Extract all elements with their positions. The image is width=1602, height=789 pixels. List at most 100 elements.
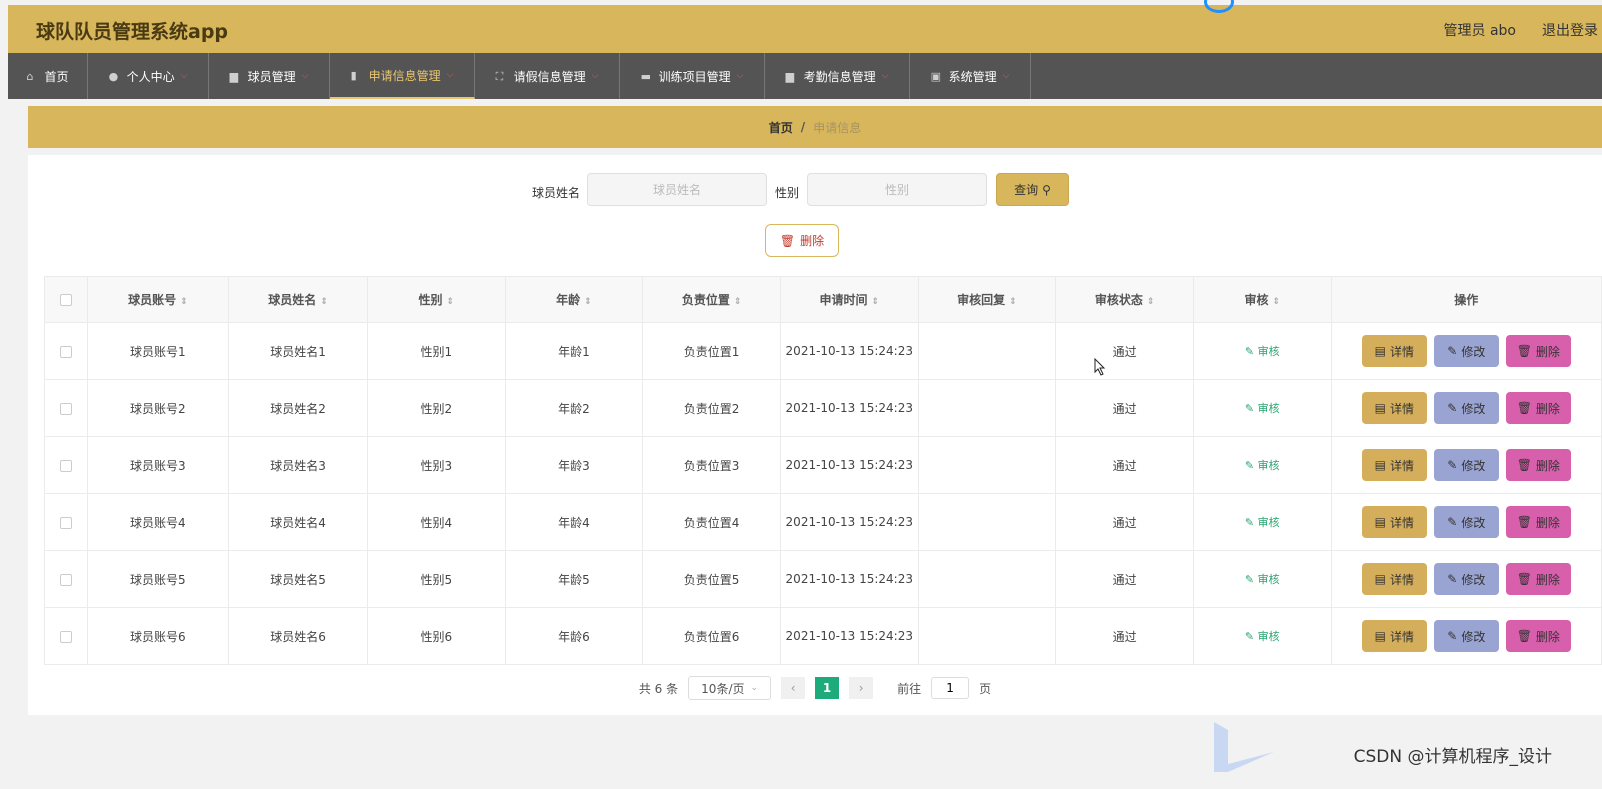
cell-account: 球员账号4 (86, 493, 230, 551)
edit-button[interactable]: ✎ 修改 (1433, 506, 1499, 538)
sort-icon[interactable]: ⇕ (1009, 297, 1017, 307)
delete-button[interactable]: 🗑 删除 (1505, 620, 1571, 652)
nav-item-7[interactable]: ▣ 系统管理 ⌵ (910, 53, 1031, 99)
audit-link[interactable]: ✎ 审核 (1245, 630, 1280, 643)
cell-position: 负责位置4 (642, 493, 781, 551)
select-all-checkbox[interactable] (59, 294, 72, 306)
edit-button[interactable]: ✎ 修改 (1433, 392, 1499, 424)
logout-link[interactable]: 退出登录 (1542, 20, 1598, 40)
row-checkbox[interactable] (59, 516, 72, 529)
pencil-icon: ✎ (1244, 630, 1255, 643)
pencil-icon: ✎ (1244, 516, 1255, 529)
row-checkbox[interactable] (59, 345, 72, 358)
detail-button[interactable]: ▤ 详情 (1361, 335, 1427, 367)
table-row: 球员账号6 球员姓名6 性别6 年龄6 负责位置6 2021-10-13 15:24:23… (44, 607, 1602, 665)
nav-item-label: 球员管理 (247, 69, 296, 84)
chevron-down-icon: ⌵ (180, 71, 188, 81)
sort-icon[interactable]: ⇕ (180, 297, 188, 307)
cell-reply (917, 493, 1057, 551)
row-checkbox[interactable] (59, 630, 72, 643)
player-name-input[interactable] (587, 173, 767, 206)
nav-item-label: 个人中心 (126, 69, 175, 84)
breadcrumb-home[interactable]: 首页 (769, 119, 793, 136)
detail-button[interactable]: ▤ 详情 (1361, 563, 1427, 595)
column-header-label: 负责位置 (681, 293, 730, 307)
delete-button[interactable]: 🗑 删除 (1505, 392, 1571, 424)
audit-link[interactable]: ✎ 审核 (1245, 459, 1280, 472)
column-header-label: 申请时间 (819, 293, 868, 307)
nav-item-1[interactable]: ● 个人中心 ⌵ (88, 53, 209, 99)
column-header[interactable]: 球员账号 ⇕ (86, 276, 230, 323)
page-size-select[interactable]: 10条/页 ⌄ (688, 676, 772, 700)
cell-account: 球员账号1 (86, 322, 230, 380)
edit-button[interactable]: ✎ 修改 (1433, 335, 1499, 367)
table-header-row: 球员账号 ⇕ 球员姓名 ⇕ 性别 ⇕ 年龄 ⇕ 负责位置 ⇕ 申请时间 ⇕ 审核回复 ⇕ 审核状态 ⇕ 审核 ⇕ 操… (44, 276, 1602, 323)
next-page-button[interactable]: › (849, 677, 874, 699)
sort-icon[interactable]: ⇕ (584, 297, 592, 307)
column-header-label: 性别 (418, 293, 443, 307)
row-checkbox[interactable] (59, 402, 72, 415)
table-row: 球员账号5 球员姓名5 性别5 年龄5 负责位置5 2021-10-13 15:24:23… (44, 550, 1602, 608)
edit-button[interactable]: ✎ 修改 (1433, 563, 1499, 595)
row-checkbox[interactable] (59, 459, 72, 472)
nav-item-label: 请假信息管理 (513, 69, 586, 84)
sort-icon[interactable]: ⇕ (872, 297, 880, 307)
cell-account: 球员账号2 (86, 379, 230, 437)
nav-item-label: 系统管理 (948, 69, 997, 84)
page-unit-label: 页 (979, 681, 992, 696)
sort-icon[interactable]: ⇕ (320, 297, 328, 307)
bulk-delete-button[interactable]: 🗑 删除 (765, 224, 839, 257)
sort-icon[interactable]: ⇕ (734, 297, 742, 307)
column-header[interactable]: 审核 ⇕ (1192, 276, 1332, 323)
column-header[interactable]: 性别 ⇕ (366, 276, 506, 323)
detail-button[interactable]: ▤ 详情 (1361, 620, 1427, 652)
column-header[interactable]: 年龄 ⇕ (504, 276, 644, 323)
nav-item-5[interactable]: ▬ 训练项目管理 ⌵ (620, 53, 765, 99)
detail-button[interactable]: ▤ 详情 (1361, 449, 1427, 481)
nav-item-2[interactable]: ▆ 球员管理 ⌵ (209, 53, 330, 99)
audit-link[interactable]: ✎ 审核 (1245, 345, 1280, 358)
detail-label: 详情 (1389, 515, 1414, 530)
column-header[interactable]: 申请时间 ⇕ (779, 276, 919, 323)
column-header[interactable]: 负责位置 ⇕ (642, 276, 781, 323)
pencil-icon: ✎ (1447, 515, 1458, 529)
page-number-button[interactable]: 1 (815, 677, 840, 699)
delete-button[interactable]: 🗑 删除 (1505, 563, 1571, 595)
cell-name: 球员姓名1 (228, 322, 368, 380)
column-header[interactable]: 球员姓名 ⇕ (228, 276, 368, 323)
audit-label: 审核 (1257, 345, 1280, 358)
pagination: 共 6 条 10条/页 ⌄ ‹ 1 › 前往 页 (28, 676, 1602, 700)
column-header[interactable]: 审核状态 ⇕ (1055, 276, 1194, 323)
goto-page-input[interactable] (931, 677, 970, 699)
audit-link[interactable]: ✎ 审核 (1245, 402, 1280, 415)
nav-item-3[interactable]: ▮ 申请信息管理 ⌵ (330, 53, 475, 99)
cell-status: 通过 (1055, 379, 1194, 437)
audit-link[interactable]: ✎ 审核 (1245, 573, 1280, 586)
cell-age: 年龄3 (504, 436, 644, 494)
cell-name: 球员姓名6 (228, 607, 368, 665)
audit-link[interactable]: ✎ 审核 (1245, 516, 1280, 529)
detail-button[interactable]: ▤ 详情 (1361, 392, 1427, 424)
delete-button[interactable]: 🗑 删除 (1505, 335, 1571, 367)
cell-gender: 性别6 (366, 607, 506, 665)
document-icon: ▤ (1374, 629, 1386, 643)
query-button[interactable]: 查询 ⚲ (996, 173, 1069, 206)
delete-button[interactable]: 🗑 删除 (1505, 449, 1571, 481)
row-checkbox[interactable] (59, 573, 72, 586)
nav-item-0[interactable]: ⌂ 首页 (8, 53, 88, 99)
column-header[interactable]: 审核回复 ⇕ (917, 276, 1057, 323)
nav-item-6[interactable]: ▆ 考勤信息管理 ⌵ (765, 53, 910, 99)
sort-icon[interactable]: ⇕ (446, 297, 454, 307)
edit-button[interactable]: ✎ 修改 (1433, 620, 1499, 652)
gender-input[interactable] (807, 173, 987, 206)
query-button-label: 查询 (1014, 183, 1039, 197)
detail-button[interactable]: ▤ 详情 (1361, 506, 1427, 538)
nav-item-4[interactable]: ⛶ 请假信息管理 ⌵ (475, 53, 620, 99)
sort-icon[interactable]: ⇕ (1147, 297, 1155, 307)
edit-button[interactable]: ✎ 修改 (1433, 449, 1499, 481)
prev-page-button[interactable]: ‹ (781, 677, 806, 699)
sort-icon[interactable]: ⇕ (1273, 297, 1281, 307)
delete-button[interactable]: 🗑 删除 (1505, 506, 1571, 538)
detail-label: 详情 (1389, 344, 1414, 359)
cell-account: 球员账号6 (86, 607, 230, 665)
